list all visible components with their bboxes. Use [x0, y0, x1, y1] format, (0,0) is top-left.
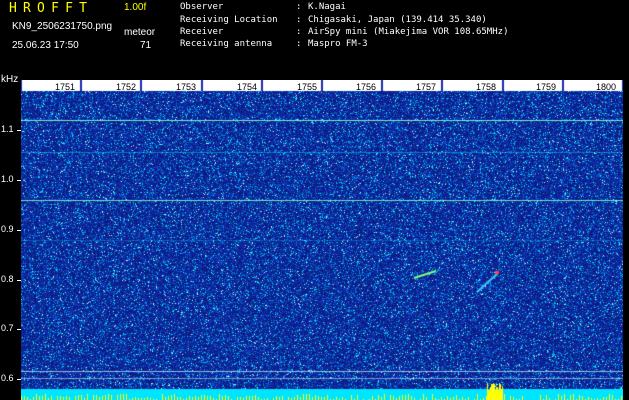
- info-separator: :: [296, 2, 302, 12]
- y-tick-label: 0.6: [1, 373, 14, 383]
- axis-unit-label: kHz: [1, 74, 19, 85]
- meteor-label: meteor: [124, 27, 156, 38]
- info-separator: :: [296, 39, 302, 49]
- info-key: Observer: [180, 2, 224, 12]
- y-tick-label: 0.9: [1, 224, 14, 234]
- x-tick-label: 1754: [237, 82, 258, 92]
- info-key: Receiving antenna: [180, 39, 273, 49]
- info-separator: :: [296, 15, 302, 25]
- info-separator: :: [296, 27, 302, 37]
- info-key: Receiving Location: [180, 15, 278, 25]
- y-tick-mark: [17, 130, 21, 131]
- x-tick-label: 1751: [55, 82, 76, 92]
- x-tick-label: 1753: [176, 82, 197, 92]
- y-tick-label: 1.1: [1, 124, 14, 134]
- x-tick-label: 1755: [297, 82, 318, 92]
- info-value: Maspro FM-3: [308, 39, 368, 49]
- x-tick-label: 1757: [416, 82, 437, 92]
- info-value: AirSpy mini (Miakejima VOR 108.65MHz): [308, 27, 509, 37]
- y-tick-mark: [17, 180, 21, 181]
- x-tick-label: 1758: [476, 82, 497, 92]
- meteor-count: 71: [140, 40, 152, 51]
- y-tick-mark: [17, 280, 21, 281]
- datetime-label: 25.06.23 17:50: [12, 40, 79, 51]
- filename-label: KN9_2506231750.png: [12, 21, 113, 32]
- y-tick-mark: [17, 329, 21, 330]
- spectrogram-canvas: [21, 80, 623, 400]
- x-tick-label: 1759: [536, 82, 557, 92]
- info-value: Chigasaki, Japan (139.414 35.340): [308, 15, 487, 25]
- y-tick-label: 0.8: [1, 274, 14, 284]
- info-value: K.Nagai: [308, 2, 346, 12]
- y-tick-label: 1.0: [1, 174, 14, 184]
- info-key: Receiver: [180, 27, 224, 37]
- header-panel: HROFFT 1.00f KN9_2506231750.png 25.06.23…: [0, 0, 629, 76]
- x-tick-label: 1800: [596, 82, 617, 92]
- y-tick-label: 0.7: [1, 323, 14, 333]
- app-title: HROFFT: [9, 1, 94, 16]
- version-label: 1.00f: [124, 2, 147, 13]
- y-tick-mark: [17, 230, 21, 231]
- x-tick-label: 1756: [356, 82, 377, 92]
- y-tick-mark: [17, 379, 21, 380]
- x-tick-label: 1752: [116, 82, 137, 92]
